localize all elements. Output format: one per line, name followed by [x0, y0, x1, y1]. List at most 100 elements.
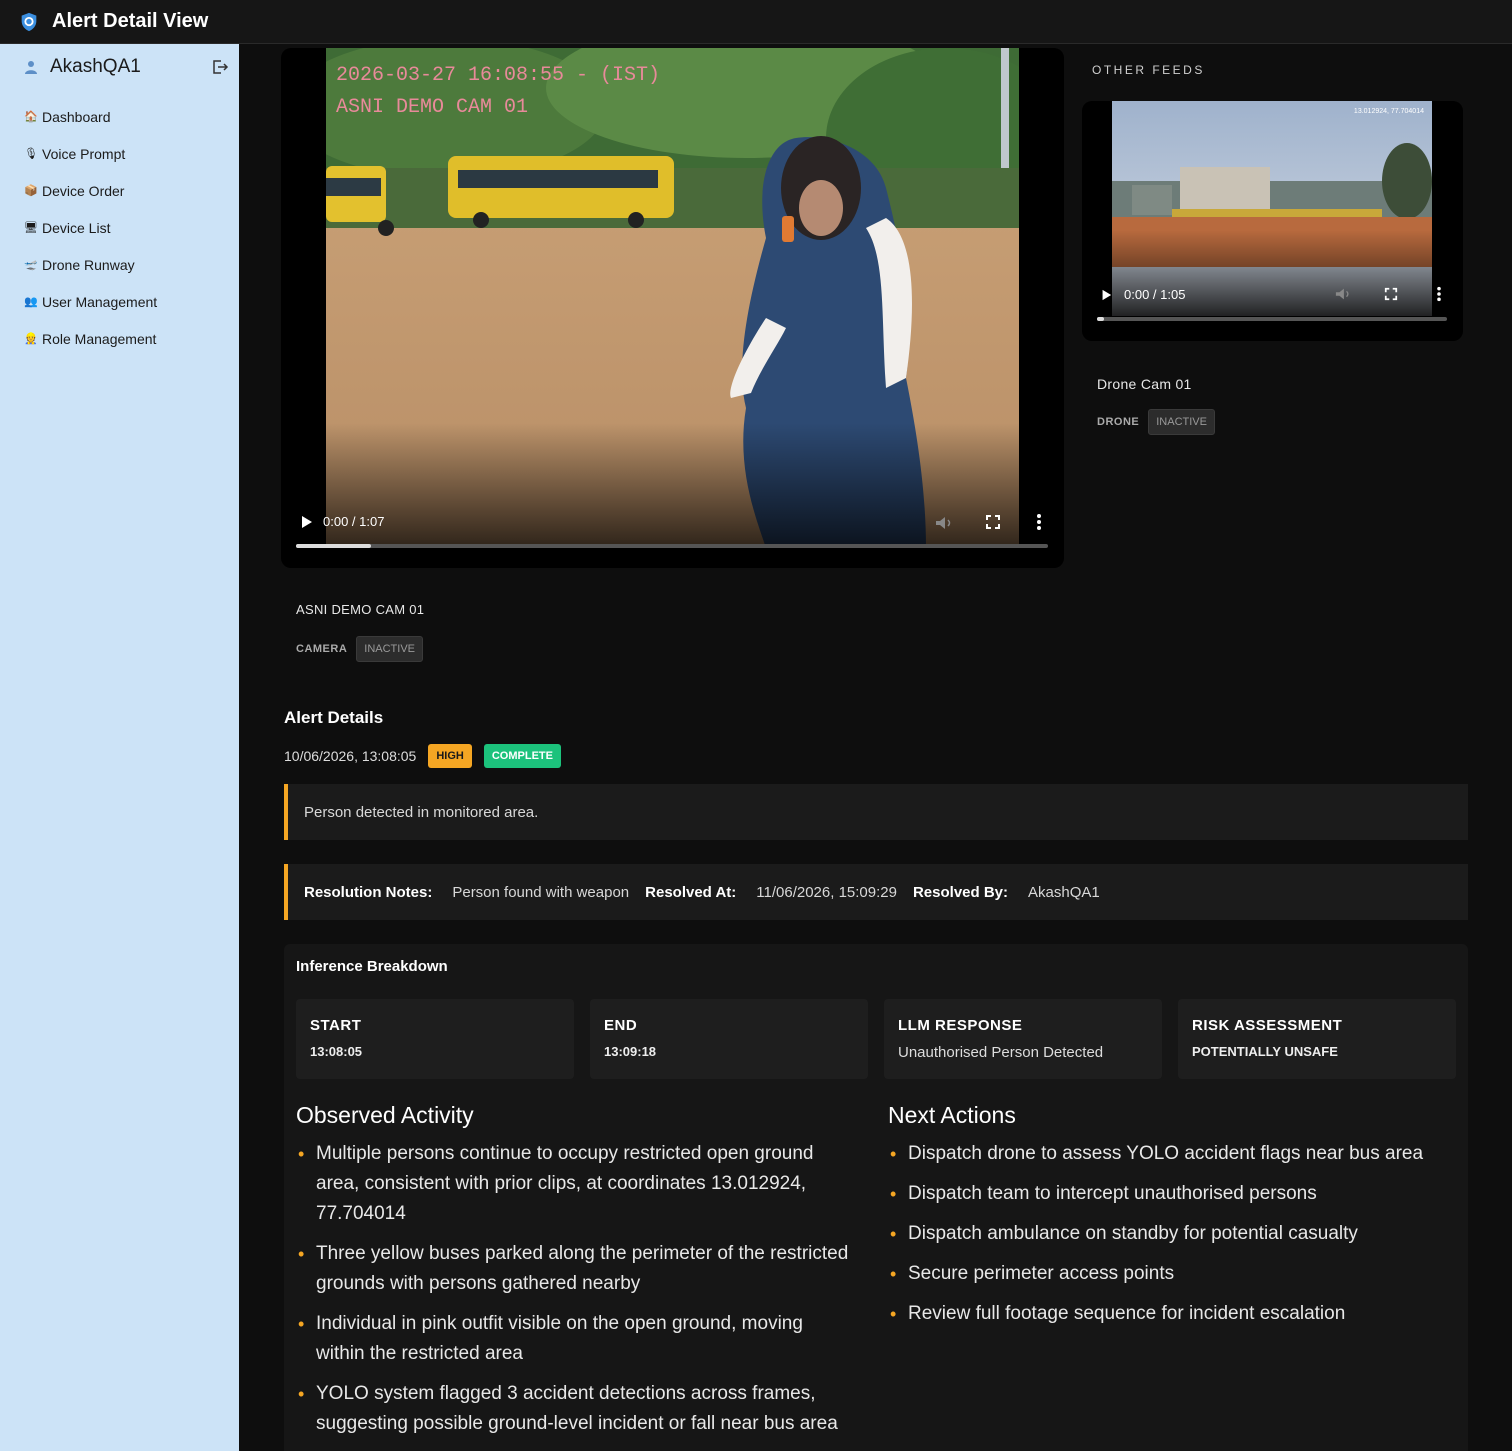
drone-name: Drone Cam 01 — [1097, 376, 1192, 392]
shield-icon — [21, 12, 37, 31]
next-actions: Next Actions Dispatch drone to assess YO… — [888, 1102, 1458, 1339]
alert-details-heading: Alert Details — [284, 708, 384, 727]
resolution-notes-label: Resolution Notes: — [304, 883, 433, 901]
sidebar-item-label: Device List — [42, 219, 111, 236]
video-time: 0:00 / 1:07 — [323, 514, 385, 529]
severity-badge: HIGH — [428, 744, 472, 768]
sidebar-item-label: Dashboard — [42, 108, 111, 125]
page-title: Alert Detail View — [52, 10, 209, 32]
play-icon[interactable] — [299, 515, 313, 529]
status-badge: INACTIVE — [1148, 409, 1215, 435]
drone-video-progress-bar[interactable] — [1097, 317, 1447, 321]
more-options-icon[interactable] — [1036, 513, 1042, 531]
other-feed-video-player[interactable]: 13.012924, 77.704014 0:00 / 1:05 — [1082, 101, 1463, 341]
list-item: Dispatch ambulance on standby for potent… — [888, 1219, 1458, 1249]
house-icon: 🏠 — [24, 111, 38, 123]
username: AkashQA1 — [50, 56, 141, 77]
observed-activity: Observed Activity Multiple persons conti… — [296, 1102, 856, 1449]
resolved-at-label: Resolved At: — [645, 883, 737, 901]
card-key: END — [604, 1017, 638, 1034]
next-actions-heading: Next Actions — [888, 1102, 1016, 1128]
microphone-icon: 🎙 — [24, 148, 38, 160]
list-item: Dispatch team to intercept unauthorised … — [888, 1179, 1458, 1209]
device-type-label: DRONE — [1097, 416, 1140, 428]
card-key: START — [310, 1017, 362, 1034]
sidebar-item-role-management[interactable]: 👷 Role Management — [0, 320, 239, 357]
inference-breakdown: Inference Breakdown START 13:08:05 END 1… — [284, 944, 1468, 1451]
video-frame: 2026-03-27 16:08:55 - (IST) ASNI DEMO CA… — [326, 48, 1019, 548]
state-badge: COMPLETE — [483, 744, 561, 768]
sidebar-item-label: User Management — [42, 293, 158, 310]
user-row: AkashQA1 — [0, 44, 239, 82]
drone-video-time: 0:00 / 1:05 — [1124, 287, 1186, 302]
card-value: Unauthorised Person Detected — [898, 1044, 1104, 1061]
volume-icon[interactable] — [1335, 287, 1351, 301]
alert-description: Person detected in monitored area. — [284, 784, 1468, 840]
alert-description-text: Person detected in monitored area. — [304, 803, 539, 821]
monitor-icon: 🖥 — [24, 222, 38, 234]
other-feeds-heading: OTHER FEEDS — [1092, 63, 1205, 77]
next-actions-list: Dispatch drone to assess YOLO accident f… — [888, 1139, 1458, 1329]
sidebar-item-dashboard[interactable]: 🏠 Dashboard — [0, 98, 239, 135]
main-content: 2026-03-27 16:08:55 - (IST) ASNI DEMO CA… — [240, 44, 1512, 1451]
list-item: Multiple persons continue to occupy rest… — [296, 1139, 856, 1229]
logout-icon[interactable] — [211, 58, 229, 76]
camera-tags: CAMERA INACTIVE — [296, 636, 424, 662]
play-icon[interactable] — [1100, 289, 1112, 301]
device-type-label: CAMERA — [296, 643, 348, 655]
sidebar-item-device-order[interactable]: 📦 Device Order — [0, 172, 239, 209]
role-icon: 👷 — [24, 333, 38, 345]
inference-card-end: END 13:09:18 — [590, 999, 868, 1079]
sidebar-item-voice-prompt[interactable]: 🎙 Voice Prompt — [0, 135, 239, 172]
more-options-icon[interactable] — [1436, 286, 1442, 302]
video-scene: 2026-03-27 16:08:55 - (IST) ASNI DEMO CA… — [326, 48, 1019, 548]
list-item: Dispatch drone to assess YOLO accident f… — [888, 1139, 1458, 1169]
sidebar: AkashQA1 🏠 Dashboard 🎙 Voice Prompt 📦 De… — [0, 44, 239, 1451]
video-progress-fill — [296, 544, 372, 548]
drone-video-scene: 13.012924, 77.704014 — [1112, 101, 1432, 316]
alert-meta: 10/06/2026, 13:08:05 HIGH COMPLETE — [284, 744, 573, 768]
card-value: POTENTIALLY UNSAFE — [1192, 1044, 1338, 1059]
card-value: 13:08:05 — [310, 1044, 363, 1059]
fullscreen-icon[interactable] — [985, 514, 1001, 530]
alert-timestamp: 10/06/2026, 13:08:05 — [284, 748, 417, 764]
airplane-icon: 🛫 — [24, 259, 38, 271]
sidebar-item-label: Device Order — [42, 182, 125, 199]
users-icon: 👥 — [24, 296, 38, 308]
camera-name: ASNI DEMO CAM 01 — [296, 602, 425, 617]
main-video-player[interactable]: 2026-03-27 16:08:55 - (IST) ASNI DEMO CA… — [281, 48, 1064, 568]
top-bar: Alert Detail View — [0, 0, 1512, 44]
inference-card-risk: RISK ASSESSMENT POTENTIALLY UNSAFE — [1178, 999, 1456, 1079]
list-item: Review full footage sequence for inciden… — [888, 1299, 1458, 1329]
resolved-by-value: AkashQA1 — [1028, 883, 1100, 901]
list-item: Secure perimeter access points — [888, 1259, 1458, 1289]
card-key: RISK ASSESSMENT — [1192, 1017, 1343, 1034]
video-controls: 0:00 / 1:07 — [299, 514, 384, 529]
sidebar-item-label: Drone Runway — [42, 256, 135, 273]
observed-activity-list: Multiple persons continue to occupy rest… — [296, 1139, 856, 1439]
drone-tags: DRONE INACTIVE — [1097, 409, 1215, 435]
list-item: Individual in pink outfit visible on the… — [296, 1309, 856, 1369]
card-key: LLM RESPONSE — [898, 1017, 1023, 1034]
volume-icon[interactable] — [935, 516, 953, 530]
list-item: YOLO system flagged 3 accident detection… — [296, 1379, 856, 1439]
drone-video-controls: 0:00 / 1:05 — [1100, 287, 1185, 302]
status-badge: INACTIVE — [356, 636, 424, 662]
resolution-box: Resolution Notes: Person found with weap… — [284, 864, 1468, 920]
video-progress-bar[interactable] — [296, 544, 1048, 548]
video-camera-overlay: ASNI DEMO CAM 01 — [336, 96, 528, 119]
inference-card-start: START 13:08:05 — [296, 999, 574, 1079]
observed-activity-heading: Observed Activity — [296, 1102, 474, 1128]
drone-coords-overlay: 13.012924, 77.704014 — [1354, 108, 1424, 115]
sidebar-item-device-list[interactable]: 🖥 Device List — [0, 209, 239, 246]
sidebar-item-user-management[interactable]: 👥 User Management — [0, 283, 239, 320]
sidebar-item-label: Voice Prompt — [42, 145, 126, 162]
resolved-at-value: 11/06/2026, 15:09:29 — [756, 883, 897, 901]
fullscreen-icon[interactable] — [1384, 287, 1398, 301]
package-icon: 📦 — [24, 185, 38, 197]
sidebar-item-label: Role Management — [42, 330, 157, 347]
resolved-by-label: Resolved By: — [912, 883, 1009, 901]
sidebar-item-drone-runway[interactable]: 🛫 Drone Runway — [0, 246, 239, 283]
video-progress-fill — [1097, 317, 1104, 321]
user-icon — [25, 61, 37, 74]
